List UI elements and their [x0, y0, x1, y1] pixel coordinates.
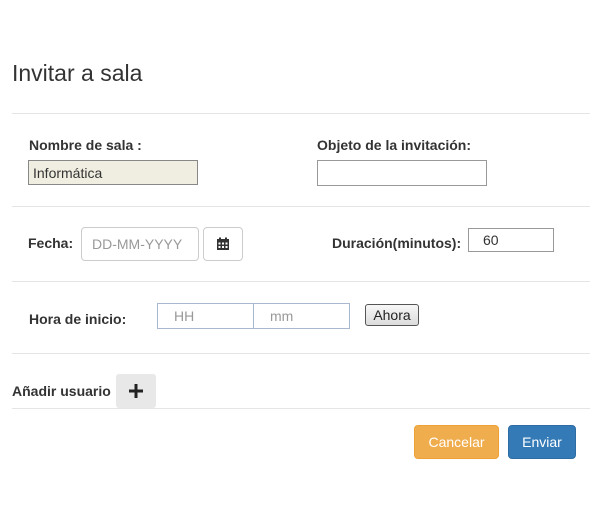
start-time-label: Hora de inicio:: [29, 311, 127, 327]
calendar-button[interactable]: [203, 227, 243, 261]
minute-input[interactable]: [253, 303, 350, 329]
duration-label: Duración(minutos):: [332, 235, 462, 251]
date-input[interactable]: [81, 227, 199, 261]
row-divider-2: [12, 281, 590, 282]
calendar-icon: [217, 237, 229, 250]
now-button[interactable]: Ahora: [365, 304, 419, 326]
invitation-subject-label: Objeto de la invitación:: [317, 137, 472, 153]
add-user-button[interactable]: [116, 374, 156, 408]
footer-divider: [12, 408, 590, 409]
cancel-button[interactable]: Cancelar: [414, 425, 499, 459]
plus-icon: [129, 384, 143, 398]
invitation-subject-field[interactable]: [317, 160, 487, 186]
dialog-title: Invitar a sala: [12, 60, 143, 86]
add-user-label: Añadir usuario: [12, 383, 111, 399]
duration-input[interactable]: [468, 228, 554, 252]
row-divider-3: [12, 353, 590, 354]
hour-input[interactable]: [157, 303, 254, 329]
room-name-label: Nombre de sala :: [29, 137, 142, 153]
row-divider-1: [12, 206, 590, 207]
date-label: Fecha:: [28, 235, 74, 251]
title-divider: [12, 113, 590, 114]
send-button[interactable]: Enviar: [508, 425, 576, 459]
room-name-field[interactable]: [28, 160, 198, 185]
